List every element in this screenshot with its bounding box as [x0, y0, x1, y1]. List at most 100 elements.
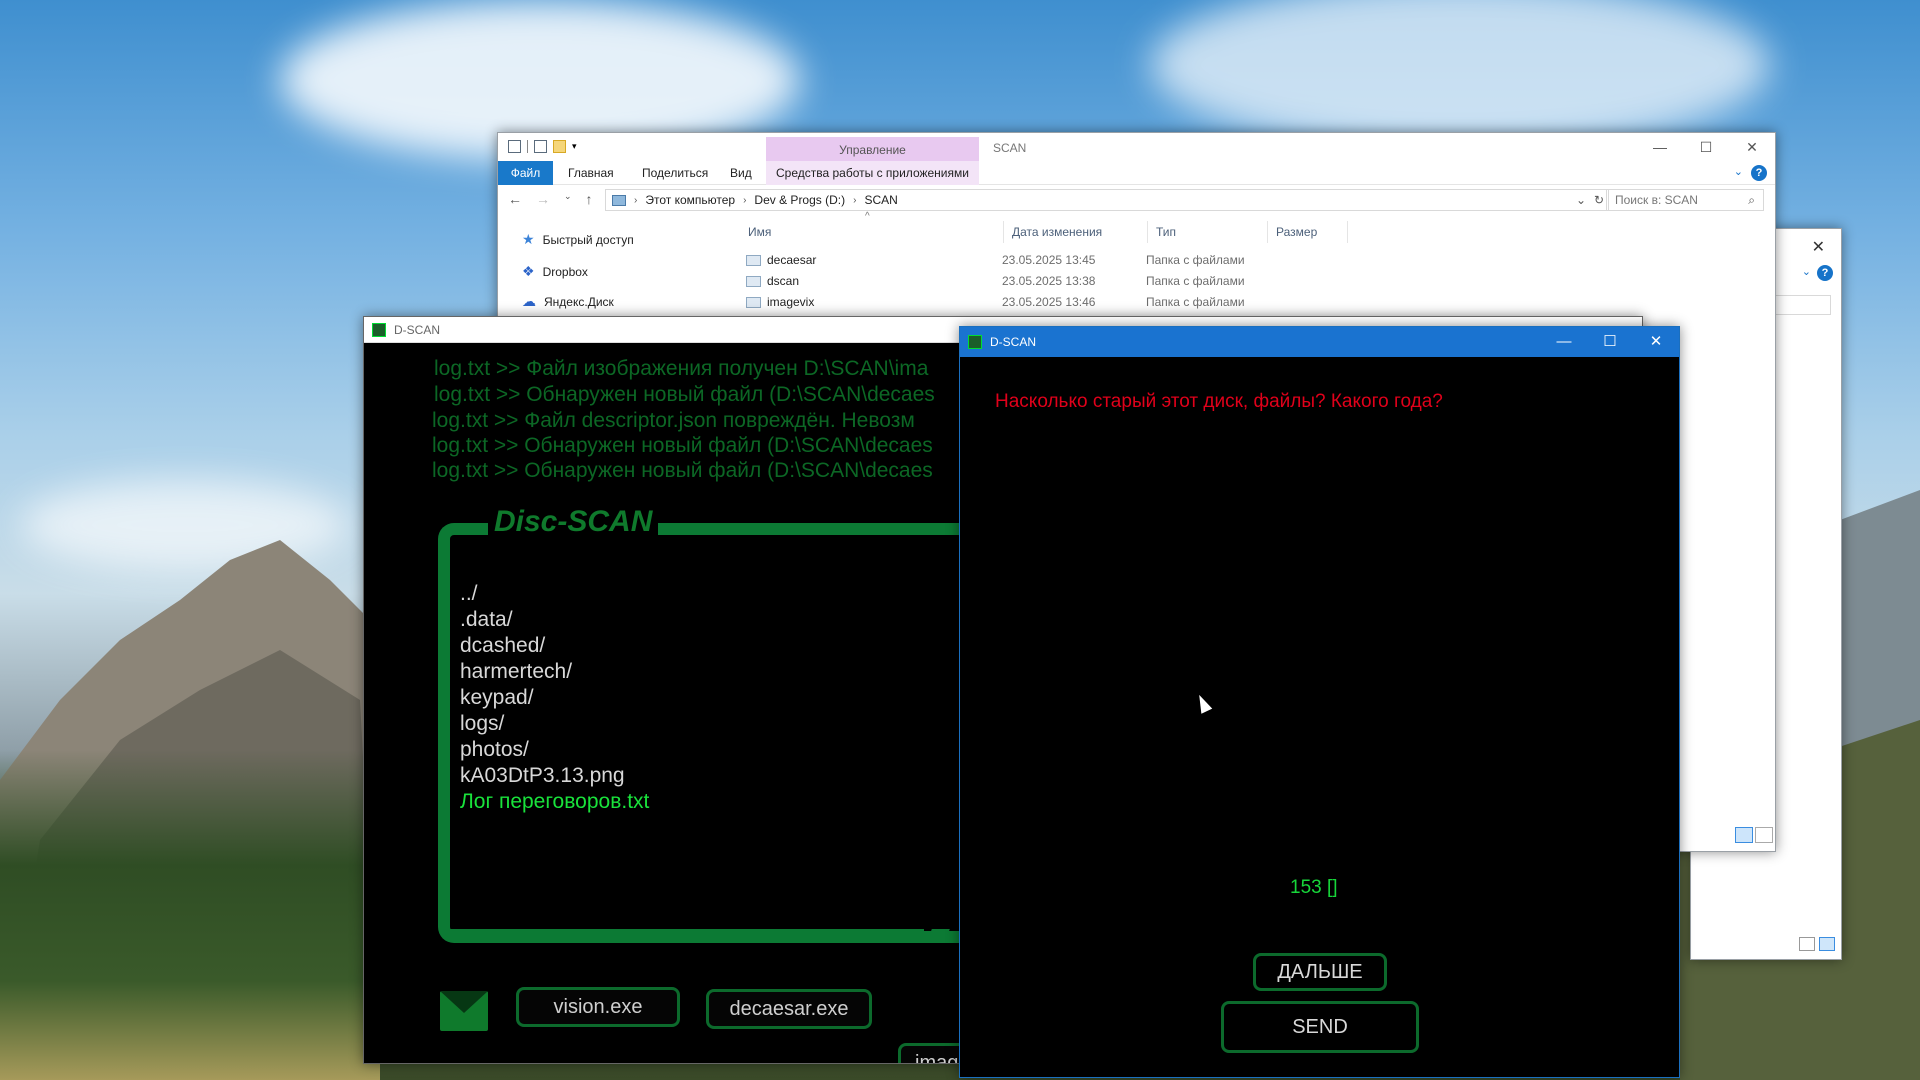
star-icon: ★ [522, 231, 535, 247]
envelope-icon[interactable] [440, 991, 488, 1031]
log-line: log.txt >> Файл изображения получен D:\S… [434, 357, 929, 380]
tab-file[interactable]: Файл [498, 161, 553, 185]
computer-icon [612, 194, 626, 206]
column-header-name[interactable]: Имя [740, 221, 1004, 243]
file-type: Папка с файлами [1146, 253, 1245, 267]
nav-item-label: Dropbox [542, 264, 588, 279]
tab-view[interactable]: Вид [730, 161, 752, 185]
title-bar: D-SCAN — ☐ ✕ [960, 327, 1679, 357]
window-title: D-SCAN [394, 323, 441, 337]
contextual-tab-header: Управление [766, 137, 979, 161]
mouse-pointer-icon [1193, 692, 1213, 714]
file-name: dscan [767, 274, 800, 288]
up-arrow-icon[interactable]: ↑ [586, 191, 593, 207]
help-icon[interactable]: ? [1751, 165, 1767, 181]
search-icon[interactable]: ⌕ [1748, 190, 1755, 210]
search-placeholder: Поиск в: SCAN [1615, 193, 1698, 207]
file-row[interactable]: dscan 23.05.2025 13:38 Папка с файлами [746, 274, 1266, 288]
column-header-type[interactable]: Тип [1148, 221, 1268, 243]
tab-home[interactable]: Главная [568, 161, 614, 185]
window-title: D-SCAN [990, 335, 1037, 349]
expand-ribbon-icon[interactable]: ⌄ [1734, 165, 1743, 178]
separator [527, 140, 528, 153]
dscan-dialog-window[interactable]: D-SCAN — ☐ ✕ Насколько старый этот диск,… [959, 326, 1680, 1078]
list-item[interactable]: keypad/ [460, 685, 649, 711]
file-type: Папка с файлами [1146, 274, 1245, 288]
file-name: decaesar [767, 253, 817, 267]
file-date: 23.05.2025 13:38 [1002, 274, 1096, 288]
breadcrumb-separator-icon[interactable]: › [743, 195, 746, 206]
log-line: log.txt >> Обнаружен новый файл (D:\SCAN… [434, 383, 935, 406]
nav-item-label: Яндекс.Диск [544, 294, 614, 309]
search-input[interactable]: Поиск в: SCAN ⌕ [1606, 189, 1764, 211]
list-item[interactable]: .data/ [460, 607, 649, 633]
nav-item-dropbox[interactable]: ❖ Dropbox [522, 263, 588, 280]
breadcrumb-item[interactable]: Dev & Progs (D:) [754, 193, 845, 207]
refresh-icon[interactable]: ↻ [1594, 193, 1604, 207]
customize-chevron-icon[interactable]: ▾ [572, 140, 580, 153]
nav-item-quick-access[interactable]: ★ Быстрый доступ [522, 231, 634, 248]
list-item[interactable]: ../ [460, 581, 649, 607]
close-icon[interactable]: ✕ [1812, 237, 1825, 257]
back-arrow-icon[interactable]: ← [508, 191, 522, 207]
help-icon[interactable]: ? [1817, 265, 1833, 281]
list-item-highlighted[interactable]: Лог переговоров.txt [460, 789, 649, 815]
close-button[interactable]: ✕ [1633, 327, 1679, 357]
tab-share[interactable]: Поделиться [642, 161, 708, 185]
folder-icon [746, 254, 761, 266]
file-date: 23.05.2025 13:45 [1002, 253, 1096, 267]
breadcrumb-item[interactable]: Этот компьютер [645, 193, 735, 207]
cloud [1150, 0, 1770, 150]
properties-icon[interactable] [534, 140, 547, 153]
log-line: log.txt >> Обнаружен новый файл (D:\SCAN… [432, 459, 933, 482]
app-icon [372, 323, 386, 337]
address-bar[interactable]: › Этот компьютер › Dev & Progs (D:) › SC… [605, 189, 1609, 211]
file-name: imagevix [767, 295, 815, 309]
new-folder-icon[interactable] [553, 140, 566, 153]
answer-input[interactable]: 153 [] [1290, 877, 1338, 899]
question-text: Насколько старый этот диск, файлы? Каког… [995, 391, 1443, 412]
list-item[interactable]: harmertech/ [460, 659, 649, 685]
folder-icon [746, 275, 761, 287]
breadcrumb-separator-icon[interactable]: › [634, 195, 637, 206]
forward-arrow-icon[interactable]: → [536, 191, 550, 207]
details-view-icon[interactable] [1735, 827, 1753, 843]
app-icon [968, 335, 982, 349]
window-title: SCAN [993, 141, 1027, 155]
nav-item-yandex-disk[interactable]: ☁ Яндекс.Диск [522, 293, 614, 310]
recent-chevron-icon[interactable]: ⌄ [564, 191, 572, 207]
dropbox-icon: ❖ [522, 263, 535, 279]
vision-exe-button[interactable]: vision.exe [516, 987, 680, 1027]
minimize-button[interactable]: — [1637, 133, 1683, 161]
column-header-date[interactable]: Дата изменения [1004, 221, 1148, 243]
cloud-icon: ☁ [522, 293, 536, 309]
file-list: ../ .data/ dcashed/ harmertech/ keypad/ … [460, 581, 649, 815]
large-icons-view-icon[interactable] [1819, 937, 1835, 951]
list-item[interactable]: logs/ [460, 711, 649, 737]
list-item[interactable]: dcashed/ [460, 633, 649, 659]
maximize-button[interactable]: ☐ [1587, 327, 1633, 357]
tab-app-tools[interactable]: Средства работы с приложениями [766, 161, 979, 185]
history-dropdown-icon[interactable]: ⌄ [1576, 193, 1586, 207]
decaesar-exe-button[interactable]: decaesar.exe [706, 989, 872, 1029]
list-item[interactable]: kA03DtP3.13.png [460, 763, 649, 789]
next-button[interactable]: ДАЛЬШЕ [1253, 953, 1387, 991]
window-icon [508, 140, 521, 153]
chevron-down-icon[interactable]: ⌄ [1802, 265, 1811, 278]
details-view-icon[interactable] [1799, 937, 1815, 951]
panel-bottom-bar [444, 929, 924, 939]
large-icons-view-icon[interactable] [1755, 827, 1773, 843]
file-row[interactable]: decaesar 23.05.2025 13:45 Папка с файлам… [746, 253, 1266, 267]
minimize-button[interactable]: — [1541, 327, 1587, 357]
breadcrumb-item[interactable]: SCAN [864, 193, 897, 207]
send-button[interactable]: SEND [1221, 1001, 1419, 1053]
close-button[interactable]: ✕ [1729, 133, 1775, 161]
file-row[interactable]: imagevix 23.05.2025 13:46 Папка с файлам… [746, 295, 1266, 309]
maximize-button[interactable]: ☐ [1683, 133, 1729, 161]
file-date: 23.05.2025 13:46 [1002, 295, 1096, 309]
panel-title: Disc-SCAN [488, 505, 659, 539]
column-header-size[interactable]: Размер [1268, 221, 1348, 243]
nav-item-label: Быстрый доступ [542, 232, 634, 247]
breadcrumb-separator-icon[interactable]: › [853, 195, 856, 206]
list-item[interactable]: photos/ [460, 737, 649, 763]
